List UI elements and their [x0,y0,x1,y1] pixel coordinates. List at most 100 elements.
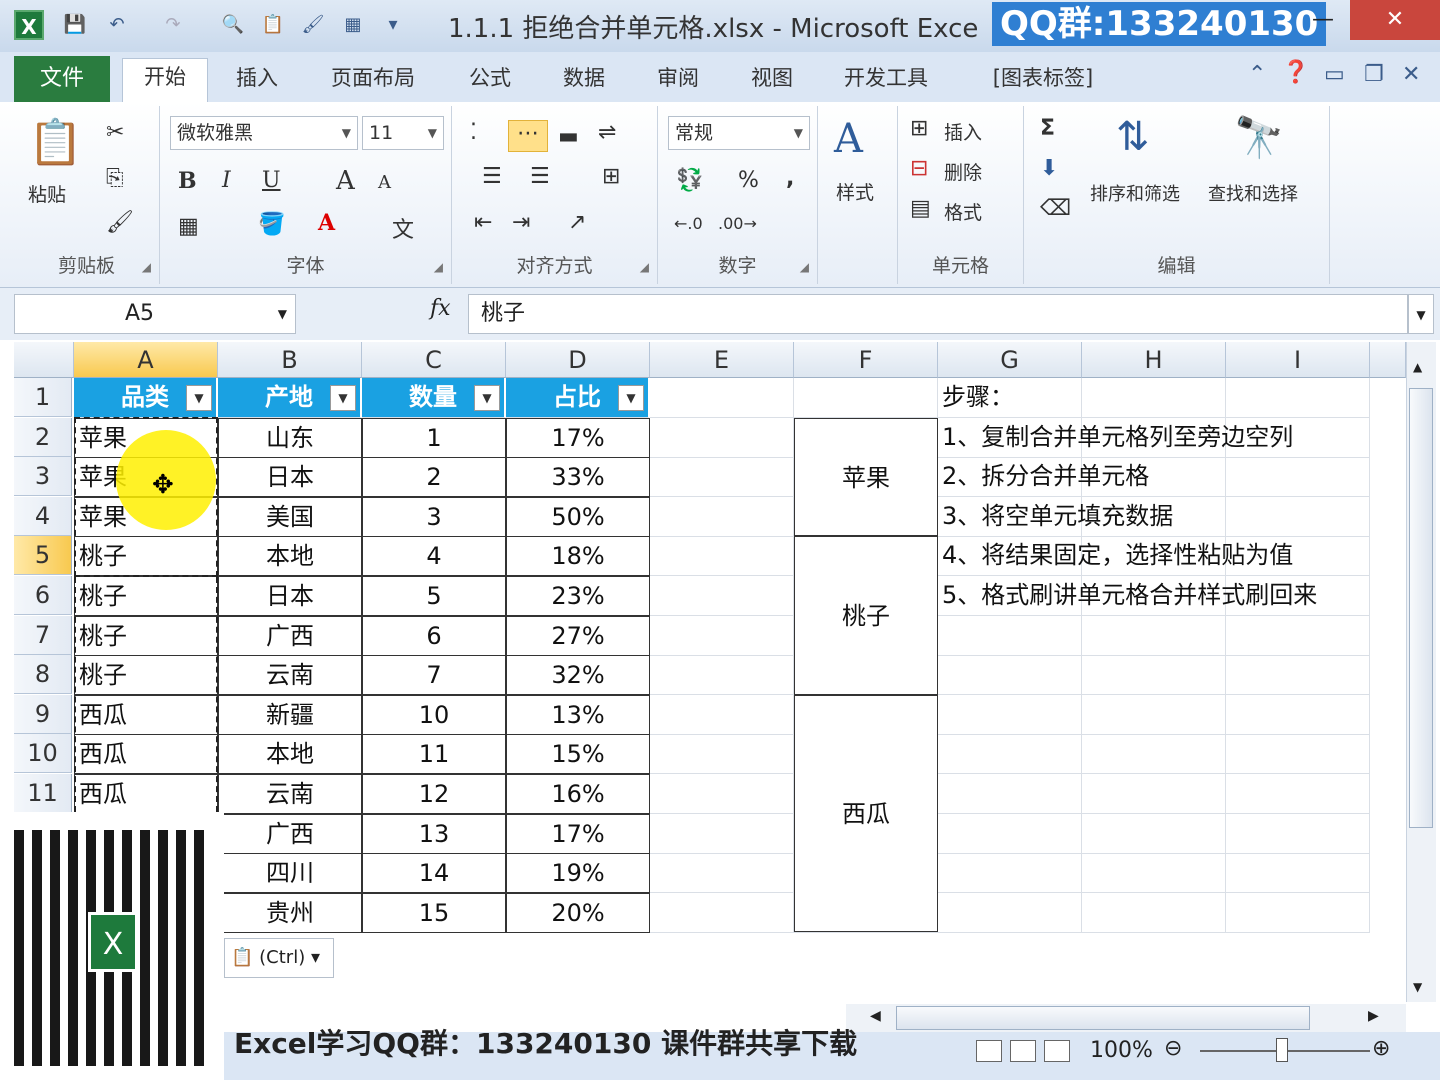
underline-button[interactable]: U [262,168,281,193]
table-cell[interactable]: 贵州 [218,892,362,933]
italic-button[interactable]: I [222,168,231,193]
align-left-icon[interactable]: ☰ [482,164,502,189]
border-icon[interactable]: ▦ [178,214,199,239]
page-break-view-icon[interactable] [1044,1040,1070,1062]
table-cell[interactable]: 云南 [218,655,362,696]
font-color-icon[interactable]: A [318,210,335,236]
tab-file[interactable]: 文件 [14,56,110,102]
zoom-out-icon[interactable]: ⊖ [1164,1036,1182,1061]
empty-cell[interactable] [650,774,794,814]
empty-cell[interactable] [650,417,794,458]
empty-cell[interactable] [1226,734,1370,775]
align-top-icon[interactable]: ⁚ [470,120,477,145]
empty-cell[interactable] [938,853,1082,894]
alignment-launcher-icon[interactable]: ◢ [640,260,649,274]
increase-decimal-icon[interactable]: ←.0 [674,214,703,233]
table-cell[interactable]: 13 [362,813,506,854]
delete-cells-label[interactable]: 删除 [944,158,982,185]
workbook-minimize-icon[interactable]: ▭ [1324,62,1345,87]
styles-icon[interactable]: A [834,116,863,162]
tab-home[interactable]: 开始 [122,58,208,102]
normal-view-icon[interactable] [976,1040,1002,1062]
zoom-slider-thumb[interactable] [1276,1038,1288,1062]
empty-cell[interactable] [650,496,794,537]
table-cell[interactable]: 四川 [218,853,362,894]
empty-cell[interactable] [650,853,794,894]
table-cell[interactable]: 桃子 [74,576,218,616]
empty-cell[interactable] [1082,734,1226,775]
table-cell[interactable]: 5 [362,576,506,616]
formula-expand-icon[interactable]: ▼ [1408,294,1434,334]
percent-button[interactable]: % [738,168,759,193]
sort-filter-icon[interactable]: ⇅ [1116,114,1150,160]
table-cell[interactable]: 桃子 [74,655,218,696]
zoom-in-icon[interactable]: ⊕ [1372,1036,1390,1061]
phonetic-icon[interactable]: 文 [392,212,414,244]
empty-cell[interactable] [650,378,794,418]
row-header[interactable]: 10 [14,734,72,774]
fill-color-icon[interactable]: 🪣 [258,212,285,237]
tab-chart-tools[interactable]: [图表标签] [978,60,1108,102]
table-cell[interactable]: 17% [506,417,650,458]
empty-cell[interactable] [938,813,1082,854]
column-header-f[interactable]: F [794,342,938,378]
table-cell[interactable]: 桃子 [74,536,218,577]
orientation-icon[interactable]: ↗ [568,210,586,235]
table-cell[interactable]: 15 [362,892,506,933]
table-header-cell[interactable]: 品类 ▼ [74,378,218,418]
table-cell[interactable]: 广西 [218,813,362,854]
horizontal-scroll-thumb[interactable] [896,1006,1310,1030]
empty-cell[interactable] [1082,853,1226,894]
format-painter-icon[interactable]: 🖌 [106,210,134,235]
table-cell[interactable]: 7 [362,655,506,696]
column-header-g[interactable]: G [938,342,1082,378]
empty-cell[interactable] [938,694,1082,735]
font-name-combo[interactable]: 微软雅黑 ▼ [170,116,358,150]
customize-qa-icon[interactable]: ▾ [380,12,406,38]
workbook-restore-icon[interactable]: ❐ [1364,62,1384,87]
insert-function-icon[interactable]: fx [430,296,451,321]
decrease-indent-icon[interactable]: ⇤ [474,210,492,235]
empty-cell[interactable] [1226,615,1370,656]
table-cell[interactable]: 32% [506,655,650,696]
table-header-cell[interactable]: 产地 ▼ [218,378,362,418]
table-cell[interactable]: 山东 [218,417,362,458]
shrink-font-button[interactable]: A [378,172,391,193]
table-cell[interactable]: 18% [506,536,650,577]
tab-data[interactable]: 数据 [548,60,620,102]
table-cell[interactable]: 西瓜 [74,774,218,814]
scroll-down-icon[interactable]: ▼ [1413,980,1422,994]
empty-cell[interactable] [1226,813,1370,854]
table-cell[interactable]: 12 [362,774,506,814]
table-header-cell[interactable]: 数量 ▼ [362,378,506,418]
table-icon[interactable]: ▦ [340,12,366,38]
empty-cell[interactable] [1082,813,1226,854]
row-header[interactable]: 7 [14,615,72,655]
table-cell[interactable]: 3 [362,496,506,537]
find-select-label[interactable]: 查找和选择 [1208,180,1298,206]
print-preview-icon[interactable]: 🔍 [220,12,246,38]
merged-cell[interactable]: 苹果 [794,417,938,537]
column-header-b[interactable]: B [218,342,362,378]
empty-cell[interactable] [650,892,794,933]
table-cell[interactable]: 新疆 [218,694,362,735]
tab-formulas[interactable]: 公式 [454,60,526,102]
column-header-d[interactable]: D [506,342,650,378]
table-cell[interactable]: 2 [362,457,506,498]
empty-cell[interactable] [1082,378,1226,418]
copy-icon[interactable]: ⎘ [106,166,124,191]
table-cell[interactable]: 17% [506,813,650,854]
save-icon[interactable]: 💾 [62,12,88,38]
decrease-decimal-icon[interactable]: .00→ [718,214,757,233]
table-cell[interactable]: 13% [506,694,650,735]
align-center-icon[interactable]: ☰ [530,164,550,189]
grow-font-button[interactable]: A [336,166,355,196]
empty-cell[interactable] [1226,892,1370,933]
row-header[interactable]: 2 [14,417,72,457]
column-header-e[interactable]: E [650,342,794,378]
table-cell[interactable]: 日本 [218,576,362,616]
column-header-h[interactable]: H [1082,342,1226,378]
empty-cell[interactable] [650,813,794,854]
row-header[interactable]: 8 [14,655,72,695]
number-format-combo[interactable]: 常规 ▼ [668,116,810,150]
